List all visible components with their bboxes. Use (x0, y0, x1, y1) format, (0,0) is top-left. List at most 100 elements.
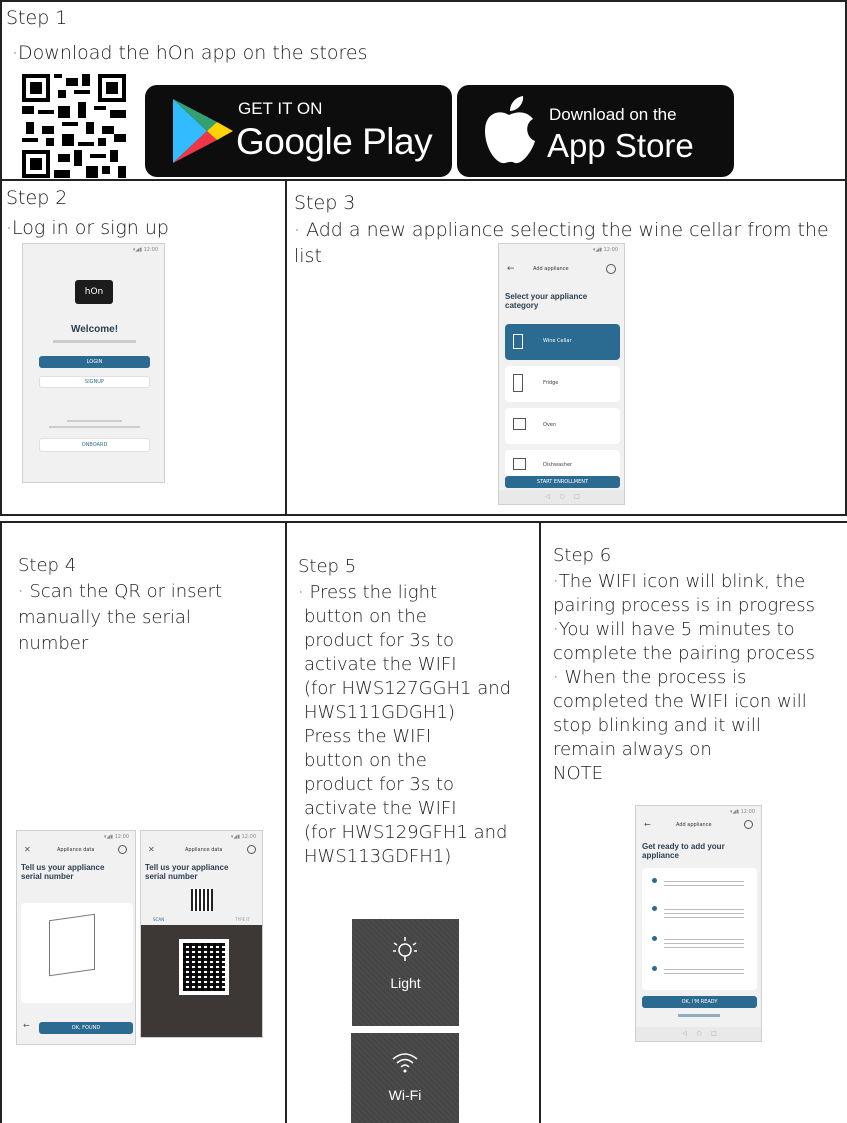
step4-title: Step 4 (18, 555, 77, 576)
step5-line-12: HWS113GDFH1) (304, 846, 452, 867)
app-store-big-text: App Store (547, 127, 694, 164)
step5-line-10: activate the WIFI (304, 798, 457, 819)
back-arrow-icon: ← (23, 1021, 30, 1030)
scan-qr-pattern (183, 943, 225, 991)
promo-line-2 (49, 426, 140, 428)
step5-line-9: product for 3s to (304, 774, 455, 795)
secondary-link (678, 1014, 720, 1017)
checklist-card (642, 868, 757, 990)
help-icon (118, 845, 127, 854)
fridge-icon (513, 374, 523, 392)
screen-header: Add appliance (676, 822, 712, 828)
screen-header: Add appliance (533, 266, 569, 272)
help-icon (606, 264, 616, 274)
step5-line-3: product for 3s to (304, 630, 455, 651)
status-bar: ▾◢▮ 12:00 (729, 809, 755, 815)
step6-line-7: stop blinking and it will (553, 715, 761, 736)
status-bar: ▾◢▮ 12:00 (230, 834, 256, 840)
step6-instructions: ·The WIFI icon will blink, the pairing p… (553, 570, 815, 786)
step3-instruction-2: list (294, 245, 322, 267)
small-qr-image (191, 889, 213, 911)
check-dot-4 (652, 966, 657, 971)
google-play-small-text: GET IT ON (238, 99, 323, 118)
step6-line-8: remain always on (553, 739, 712, 760)
step6-line-1: ·The WIFI icon will blink, the (553, 571, 806, 592)
app-store-button[interactable]: Download on the App Store (457, 85, 734, 177)
wine-cellar-drawing (49, 913, 95, 977)
get-ready-screen-mockup: ▾◢▮ 12:00 ← Add appliance Get ready to a… (635, 805, 762, 1042)
step4-line-2: manually the serial (18, 607, 191, 628)
step4-step5-divider (285, 521, 287, 1123)
help-icon (247, 845, 256, 854)
category-heading: Select your appliance category (505, 292, 588, 310)
nav-bar: ◁ ○ □ (636, 1027, 761, 1041)
step6-line-3: ·You will have 5 minutes to (553, 619, 795, 640)
add-appliance-screen-mockup: ▾◢▮ 12:00 ← Add appliance Select your ap… (498, 243, 625, 505)
step1-instruction: ·Download the hOn app on the stores (12, 42, 368, 64)
tab-type-it: TYPE IT (235, 917, 250, 922)
step5-line-2: button on the (304, 606, 427, 627)
apple-icon (485, 96, 535, 164)
promo-line-1 (67, 420, 122, 422)
step6-line-6: completed the WIFI icon will (553, 691, 807, 712)
app-store-small-text: Download on the (549, 105, 677, 124)
step5-title: Step 5 (298, 556, 357, 577)
back-arrow-icon: ← (644, 820, 651, 829)
login-screen-mockup: ▾◢▮ 12:00 hOn Welcome! LOGIN SIGNUP ONBO… (22, 243, 165, 483)
signup-button: SIGNUP (39, 376, 150, 388)
step5-instructions: · Press the light button on the product … (298, 581, 511, 869)
qr-scan-screen-mockup: ▾◢▮ 12:00 ✕ Appliance data Tell us your … (140, 830, 263, 1038)
check-text-3 (664, 936, 744, 948)
check-dot-2 (652, 906, 657, 911)
check-dot-3 (652, 936, 657, 941)
screen-header: Appliance data (57, 847, 95, 853)
step2-instruction: ·Log in or sign up (6, 217, 169, 239)
close-icon: ✕ (24, 845, 31, 854)
scan-qr-target (179, 939, 229, 995)
google-play-button[interactable]: GET IT ON Google Play (145, 85, 452, 177)
welcome-heading: Welcome! (70, 324, 119, 335)
google-play-big-text: Google Play (236, 121, 433, 162)
check-text-1 (664, 878, 744, 886)
serial-heading: Tell us your appliance serial number (145, 863, 229, 881)
category-item-fridge: Fridge (505, 366, 620, 402)
get-ready-heading: Get ready to add your appliance (642, 842, 725, 860)
bottom-left-border (0, 521, 2, 1123)
step5-line-4: activate the WIFI (304, 654, 457, 675)
wine-cellar-icon (513, 334, 523, 349)
step5-line-8: button on the (304, 750, 427, 771)
category-label-wine-cellar: Wine Cellar (543, 338, 572, 344)
serial-heading: Tell us your appliance serial number (21, 863, 105, 881)
category-label-dishwasher: Dishwasher (543, 462, 573, 468)
step6-line-4: complete the pairing process (553, 643, 816, 664)
nav-bar: ◁ ○ □ (499, 490, 624, 504)
step5-line-6: HWS111GDGH1) (304, 702, 455, 723)
wifi-button-panel: Wi-Fi (351, 1033, 459, 1123)
step5-line-7: Press the WIFI (304, 726, 432, 747)
check-text-4 (664, 966, 744, 974)
screen-header: Appliance data (185, 847, 223, 853)
step6-line-5: · When the process is (553, 667, 747, 688)
wifi-label: Wi-Fi (388, 1087, 422, 1103)
step5-line-1: · Press the light (298, 582, 438, 603)
start-enrollment-button: START ENROLLMENT (505, 476, 620, 488)
check-text-2 (664, 906, 744, 918)
step6-line-2: pairing process is in progress (553, 595, 815, 616)
serial-number-screen-mockup: ▾◢▮ 12:00 ✕ Appliance data Tell us your … (16, 830, 136, 1045)
login-button: LOGIN (39, 356, 150, 368)
light-bulb-icon (393, 937, 417, 961)
step2-title: Step 2 (6, 187, 68, 209)
wifi-icon (392, 1053, 418, 1073)
step6-title: Step 6 (553, 545, 612, 566)
step3-instruction-1: · Add a new appliance selecting the wine… (294, 219, 829, 241)
tab-scan: SCAN (153, 917, 165, 922)
appliance-illustration (21, 903, 133, 1003)
onboard-button: ONBOARD (39, 438, 150, 452)
google-play-icon (173, 99, 233, 163)
light-label: Light (390, 975, 421, 991)
ok-ready-button: OK, I'M READY (642, 996, 757, 1008)
dishwasher-icon (513, 458, 526, 470)
light-button-panel: Light (352, 919, 459, 1026)
step4-line-3: number (18, 633, 89, 654)
category-item-wine-cellar: Wine Cellar (505, 324, 620, 360)
